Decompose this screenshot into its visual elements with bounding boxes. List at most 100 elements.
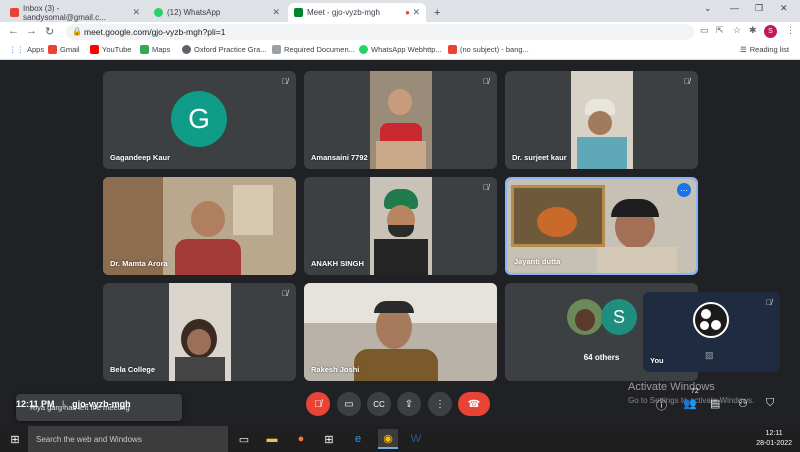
participant-name: Bela College <box>110 365 156 374</box>
participant-tile[interactable]: 🎙̸ Amansaini 7792 <box>304 71 497 169</box>
self-view-tile[interactable]: 🎙̸ ▨ You <box>643 292 780 372</box>
mic-toggle-button[interactable]: 🎙̸ <box>306 392 330 416</box>
extensions-icon[interactable]: ✱ <box>749 25 757 36</box>
bookmark-label: WhatsApp Webhttp... <box>371 45 442 54</box>
bookmark-label: Maps <box>152 45 171 54</box>
mic-off-icon: 🎙̸ <box>483 289 489 298</box>
present-button[interactable]: ⇪ <box>397 392 421 416</box>
participant-tile[interactable]: 🎙̸ ANAKH SINGH <box>304 177 497 275</box>
participant-tile[interactable]: 🎙̸ Bela College <box>103 283 296 381</box>
close-tab-icon[interactable]: ✕ <box>272 7 280 18</box>
firefox-icon[interactable]: ● <box>293 431 309 447</box>
phone-hangup-icon: ☎ <box>467 398 481 410</box>
mic-off-icon: 🎙̸ <box>483 183 489 192</box>
forward-icon[interactable]: → <box>26 25 37 37</box>
store-icon[interactable]: ⊞ <box>321 431 337 447</box>
host-controls-icon[interactable]: ⛉ <box>766 397 774 410</box>
participant-tile-speaking[interactable]: ⋯ Jayanti dutta <box>505 177 698 275</box>
self-name: You <box>650 356 664 365</box>
bookmark-required[interactable]: Required Documen... <box>272 45 355 54</box>
reload-icon[interactable]: ↻ <box>45 25 54 38</box>
participant-name: Rakesh Joshi <box>311 365 360 374</box>
toolbar: ← → ↻ 🔒 meet.google.com/gjo-vyzb-mgh?pli… <box>0 22 800 42</box>
camera-toggle-button[interactable]: ▭ <box>337 392 361 416</box>
tab-search-icon[interactable]: ⌄ <box>704 3 712 14</box>
captions-button[interactable]: CC <box>367 392 391 416</box>
gmail-icon <box>10 8 19 17</box>
bookmark-nosubject[interactable]: (no subject) - bang... <box>448 45 529 54</box>
camera-icon[interactable]: ▭ <box>700 25 709 36</box>
camera-off-icon: ▨ <box>705 350 714 360</box>
youtube-icon <box>90 45 99 54</box>
file-explorer-icon[interactable]: ▬ <box>264 431 280 447</box>
system-clock[interactable]: 12:11 28-01-2022 <box>756 429 792 449</box>
info-icon[interactable]: ⓘ <box>656 397 667 413</box>
people-icon[interactable]: 👥 <box>683 397 697 410</box>
minimize-button[interactable]: — <box>730 3 739 13</box>
back-icon[interactable]: ← <box>8 25 19 37</box>
lock-icon: 🔒 <box>72 27 82 36</box>
word-icon[interactable]: W <box>408 431 424 447</box>
participant-tile[interactable]: 🎙̸ Dr. surjeet kaur <box>505 71 698 169</box>
video-feed <box>370 71 432 169</box>
star-icon[interactable]: ☆ <box>733 25 741 36</box>
tab-whatsapp[interactable]: (12) WhatsApp ✕ <box>148 3 286 22</box>
bookmark-label: Required Documen... <box>284 45 355 54</box>
participant-name: Dr. Mamta Arora <box>110 259 168 268</box>
obs-logo-icon <box>693 302 729 338</box>
participant-tile[interactable]: 🎙̸ Rakesh Joshi <box>304 283 497 381</box>
meet-stage: G 🎙̸ Gagandeep Kaur 🎙̸ Amansaini 7792 🎙̸… <box>0 60 800 426</box>
meeting-time: 12:11 PM <box>16 399 55 409</box>
close-tab-icon[interactable]: ✕ <box>412 7 420 18</box>
mic-off-icon: 🎙̸ <box>282 77 288 86</box>
taskbar-search-placeholder: Search the web and Windows <box>36 434 142 444</box>
edge-icon[interactable]: e <box>350 431 366 447</box>
more-options-icon[interactable]: ⋯ <box>677 183 691 197</box>
new-tab-button[interactable]: + <box>428 3 446 22</box>
system-time: 12:11 <box>765 430 783 437</box>
participants-count-badge: 72 <box>691 388 699 395</box>
bookmark-youtube[interactable]: YouTube <box>90 45 131 54</box>
bookmark-label: Gmail <box>60 45 80 54</box>
gmail-icon <box>448 45 457 54</box>
globe-icon <box>182 45 191 54</box>
maps-icon <box>140 45 149 54</box>
more-options-button[interactable]: ⋮ <box>428 392 452 416</box>
windows-start-icon[interactable]: ⊞ <box>7 431 23 447</box>
chat-icon[interactable]: ▤ <box>710 397 720 410</box>
leave-call-button[interactable]: ☎ <box>458 392 490 416</box>
task-view-icon[interactable]: ▭ <box>236 431 252 447</box>
mic-off-icon: 🎙̸ <box>483 77 489 86</box>
participant-tile[interactable]: Dr. Mamta Arora <box>103 177 296 275</box>
bookmark-gmail[interactable]: Gmail <box>48 45 80 54</box>
tab-whatsapp-title: (12) WhatsApp <box>167 8 221 17</box>
participant-name: Gagandeep Kaur <box>110 153 171 162</box>
present-screen-icon: ⇪ <box>404 398 414 410</box>
bookmark-whatsapp[interactable]: WhatsApp Webhttp... <box>359 45 442 54</box>
bookmark-oxford[interactable]: Oxford Practice Gra... <box>182 45 267 54</box>
profile-avatar[interactable]: S <box>764 25 777 38</box>
address-bar[interactable]: 🔒 meet.google.com/gjo-vyzb-mgh?pli=1 <box>66 24 694 40</box>
maximize-button[interactable]: ❐ <box>755 3 763 14</box>
mic-off-icon: 🎙̸ <box>282 289 288 298</box>
participant-tile[interactable]: G 🎙̸ Gagandeep Kaur <box>103 71 296 169</box>
activities-icon[interactable]: ⚇ <box>738 397 748 410</box>
taskbar-search[interactable]: Search the web and Windows <box>28 426 228 452</box>
more-vert-icon: ⋮ <box>435 398 445 410</box>
meeting-code: gjo-vyzb-mgh <box>72 399 131 409</box>
close-window-button[interactable]: ✕ <box>780 3 788 14</box>
chrome-icon[interactable]: ◉ <box>378 429 398 449</box>
close-tab-icon[interactable]: ✕ <box>132 7 140 18</box>
bookmark-apps[interactable]: ⋮⋮ Apps <box>9 45 44 54</box>
bookmark-maps[interactable]: Maps <box>140 45 170 54</box>
participant-name: Jayanti dutta <box>514 257 561 266</box>
share-icon[interactable]: ⇱ <box>716 25 724 36</box>
bookmark-label: YouTube <box>102 45 132 54</box>
menu-icon[interactable]: ⋮ <box>786 25 795 36</box>
participant-name: Dr. surjeet kaur <box>512 153 567 162</box>
reading-list[interactable]: ☰ Reading list <box>740 45 789 54</box>
video-feed <box>370 177 432 275</box>
tab-gmail[interactable]: Inbox (3) - sandysomal@gmail.c... ✕ <box>4 3 146 22</box>
windows-taskbar: ⊞ Search the web and Windows ▭ ▬ ● ⊞ e ◉… <box>0 426 800 452</box>
tab-meet[interactable]: Meet - gjo-vyzb-mgh ● ✕ <box>288 3 426 22</box>
